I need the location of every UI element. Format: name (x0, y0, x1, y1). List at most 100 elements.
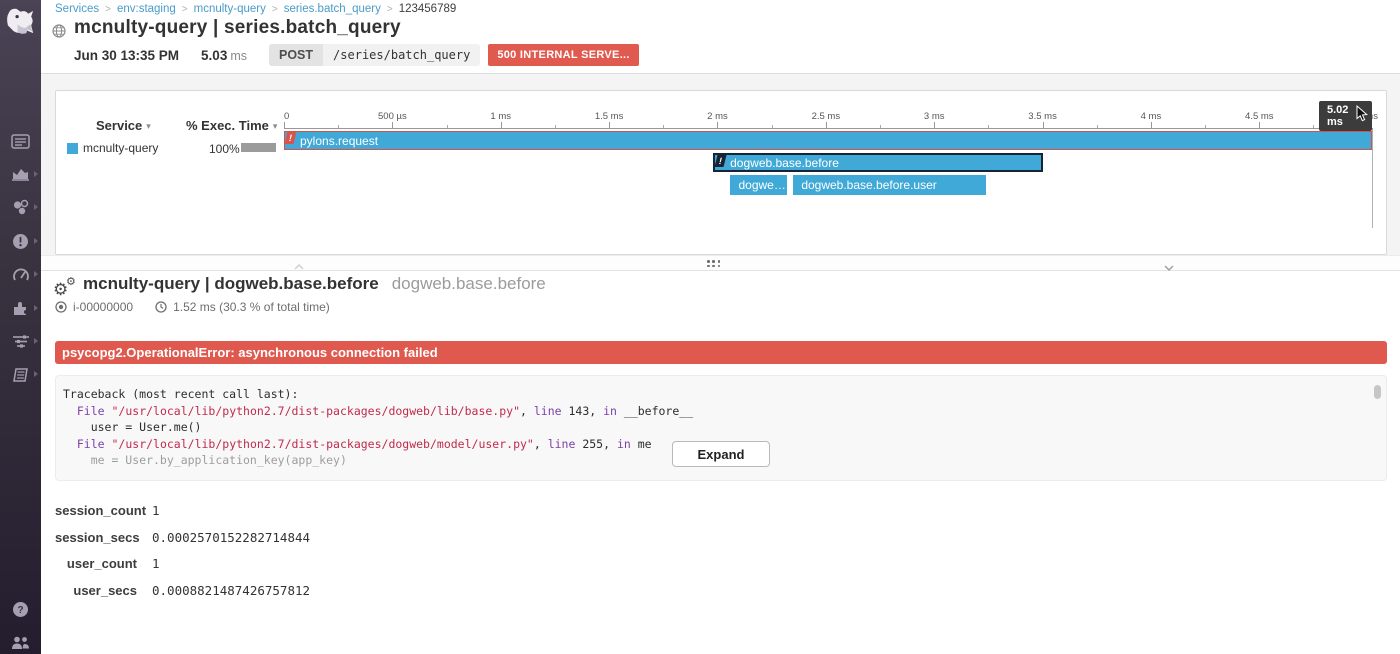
breadcrumb-item: 123456789 (399, 3, 457, 15)
axis-minor-tick (663, 125, 664, 128)
sidebar-item-notebooks[interactable] (0, 362, 41, 388)
axis-tick-mark (284, 122, 285, 128)
span-label: dogweb.b.. (730, 178, 786, 192)
span-settings-gears-icon[interactable]: ⚙⚙ (53, 277, 79, 301)
scrollbar-thumb[interactable] (1374, 385, 1381, 399)
span-detail-header: mcnulty-query | dogweb.base.before dogwe… (83, 274, 546, 294)
sidebar-item-team[interactable] (0, 629, 41, 654)
axis-tick-label: 1 ms (490, 111, 511, 122)
code-segment: 255, (575, 437, 617, 451)
traceback-line: File "/usr/local/lib/python2.7/dist-pack… (63, 403, 1366, 420)
page-title: mcnulty-query | series.batch_query (74, 17, 401, 39)
flamegraph-span[interactable]: dogweb.b.. (730, 175, 786, 195)
code-segment: , (520, 404, 534, 418)
collapse-down-icon[interactable] (1163, 259, 1175, 277)
trace-date: Jun 30 13:35 PM (74, 48, 179, 63)
sidebar-item-integrations[interactable] (0, 295, 41, 321)
attribute-value: 1 (152, 503, 160, 518)
code-segment: in (603, 404, 617, 418)
axis-tick-mark (1151, 122, 1152, 128)
error-banner: psycopg2.OperationalError: asynchronous … (55, 341, 1387, 364)
attribute-key: user_count (55, 556, 137, 571)
host-record-icon (55, 301, 67, 313)
service-name[interactable]: mcnulty-query (83, 141, 158, 155)
trace-duration: 5.03ms (201, 48, 247, 63)
trace-duration-unit: ms (230, 49, 247, 63)
attribute-row: session_secs 0.0002570152282714844 (55, 530, 310, 545)
expand-button[interactable]: Expand (672, 441, 770, 467)
sidebar-item-apm[interactable] (0, 328, 41, 354)
axis-tick-label: 500 µs (378, 111, 407, 122)
sidebar-item-monitors[interactable] (0, 228, 41, 254)
datadog-logo-icon[interactable] (4, 5, 37, 38)
chevron-right-icon (34, 171, 38, 177)
panel-divider (41, 255, 1400, 271)
exec-time-bar (241, 143, 276, 152)
axis-tick-mark (1043, 122, 1044, 128)
attribute-value: 0.0008821487426757812 (152, 583, 310, 598)
flamegraph-span[interactable]: !pylons.request (284, 131, 1372, 150)
axis-tick-label: 0 (284, 111, 289, 122)
attribute-key: user_secs (55, 583, 137, 598)
time-axis-line (284, 128, 1373, 129)
code-segment: 143, (562, 404, 604, 418)
axis-minor-tick (1313, 125, 1314, 128)
sort-caret-icon: ▾ (273, 122, 278, 132)
http-path: /series/batch_query (323, 44, 480, 66)
code-segment (63, 404, 77, 418)
bubbles-icon (12, 199, 30, 216)
trace-end-line (1372, 129, 1373, 228)
axis-tick-mark (826, 122, 827, 128)
attribute-value: 0.0002570152282714844 (152, 530, 310, 545)
service-column-header[interactable]: Service ▾ (96, 118, 151, 133)
code-segment: line (534, 404, 562, 418)
drag-handle-icon[interactable] (707, 260, 722, 268)
flamegraph-chart: 0500 µs1 ms1.5 ms2 ms2.5 ms3 ms3.5 ms4 m… (284, 91, 1372, 254)
sidebar-item-help[interactable]: ? (0, 596, 41, 622)
service-column-label: Service (96, 118, 142, 133)
code-segment: line (548, 437, 576, 451)
axis-minor-tick (1097, 125, 1098, 128)
axis-tick-mark (934, 122, 935, 128)
exec-time-column-header[interactable]: % Exec. Time ▾ (186, 118, 277, 133)
breadcrumb-item[interactable]: series.batch_query (284, 3, 381, 15)
breadcrumb-item[interactable]: Services (55, 3, 99, 15)
span-detail-title: mcnulty-query | dogweb.base.before (83, 274, 379, 294)
sidebar-item-dashboards[interactable] (0, 161, 41, 187)
span-resource-name: dogweb.base.before (392, 274, 546, 294)
sidebar-item-reports[interactable] (0, 128, 41, 154)
axis-tick-label: 2 ms (707, 111, 728, 122)
filter-icon (12, 334, 30, 348)
breadcrumb-separator: > (272, 4, 278, 15)
status-code-badge: 500 INTERNAL SERVE... (488, 44, 638, 66)
code-segment: File (77, 437, 105, 451)
attribute-row: user_secs 0.0008821487426757812 (55, 583, 310, 598)
attribute-key: session_secs (55, 530, 137, 545)
svg-text:?: ? (17, 605, 23, 616)
axis-tick-label: 3.5 ms (1028, 111, 1057, 122)
exec-time-column-label: % Exec. Time (186, 118, 269, 133)
code-segment: "/usr/local/lib/python2.7/dist-packages/… (112, 404, 521, 418)
sidebar-item-metrics[interactable] (0, 262, 41, 288)
axis-minor-tick (447, 125, 448, 128)
sort-caret-icon: ▾ (146, 122, 151, 132)
http-method-chip: POST (269, 44, 323, 66)
axis-minor-tick (772, 125, 773, 128)
breadcrumb-item[interactable]: env:staging (117, 3, 176, 15)
axis-minor-tick (555, 125, 556, 128)
axis-tick-label: 4.5 ms (1245, 111, 1274, 122)
chevron-right-icon (34, 305, 38, 311)
axis-tick-mark (501, 122, 502, 128)
sidebar-item-infrastructure[interactable] (0, 195, 41, 221)
flamegraph-span[interactable]: !dogweb.base.before (713, 153, 1042, 172)
axis-tick-mark (609, 122, 610, 128)
breadcrumb-separator: > (105, 4, 111, 15)
service-color-swatch (67, 143, 78, 154)
breadcrumb-item[interactable]: mcnulty-query (194, 3, 266, 15)
axis-tick-mark (392, 122, 393, 128)
breadcrumb-separator: > (182, 4, 188, 15)
code-segment: user = User.me() (63, 420, 201, 434)
axis-tick-label: 2.5 ms (812, 111, 841, 122)
flamegraph-span[interactable]: dogweb.base.before.user (793, 175, 986, 195)
host-name[interactable]: i-00000000 (73, 300, 133, 314)
